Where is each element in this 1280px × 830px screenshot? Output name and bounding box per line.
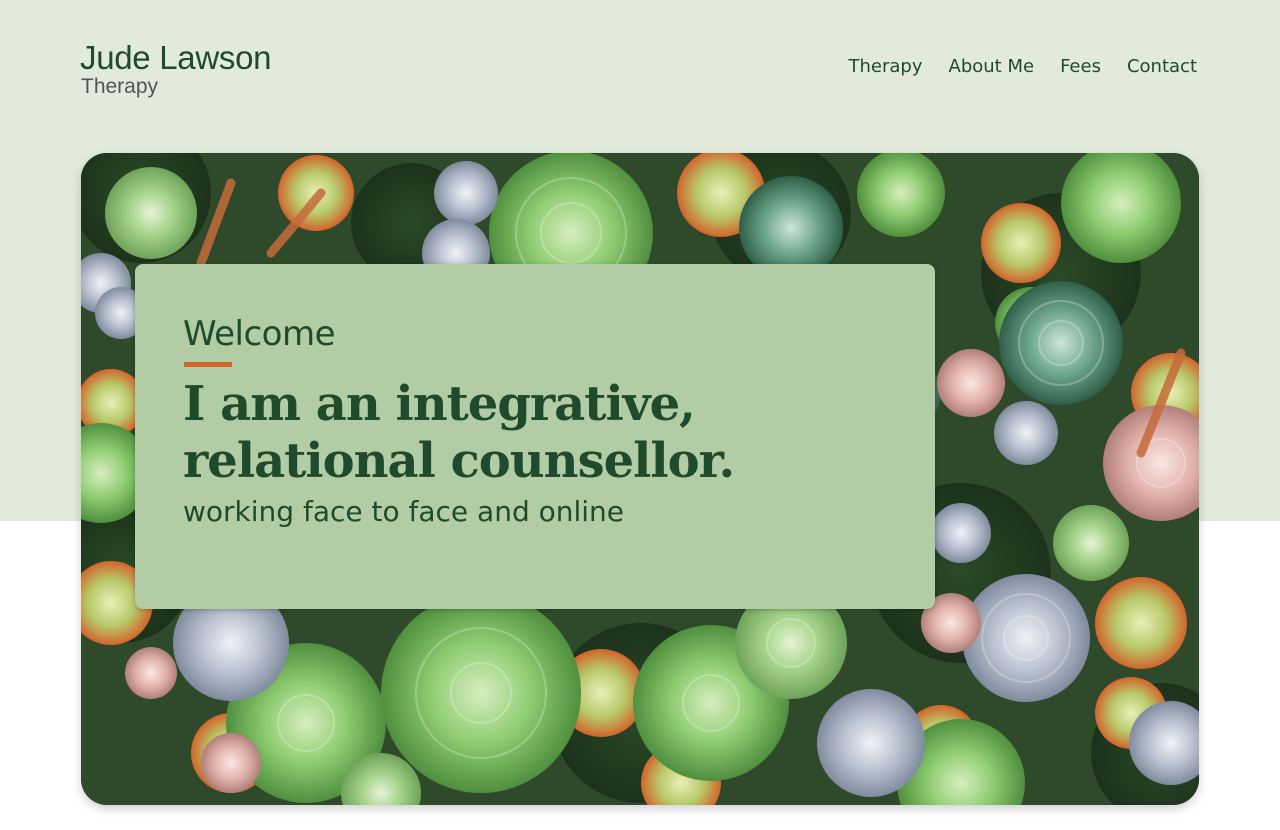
nav-fees[interactable]: Fees <box>1060 55 1101 79</box>
hero-subtitle: working face to face and online <box>183 495 625 528</box>
logo-subtitle: Therapy <box>81 75 159 98</box>
nav-contact[interactable]: Contact <box>1127 55 1197 79</box>
site-logo[interactable]: Jude Lawson Therapy <box>80 40 271 98</box>
welcome-card: Welcome I am an integrative, relational … <box>135 264 935 609</box>
accent-underline <box>184 362 232 367</box>
headline-line-2: relational counsellor. <box>183 433 735 489</box>
main-nav: Therapy About Me Fees Contact <box>849 55 1197 79</box>
nav-therapy[interactable]: Therapy <box>849 55 923 79</box>
hero-headline: I am an integrative, relational counsell… <box>183 376 903 490</box>
headline-line-1: I am an integrative, <box>183 376 696 432</box>
welcome-heading: Welcome <box>183 314 336 354</box>
logo-name: Jude Lawson <box>80 39 272 76</box>
nav-about-me[interactable]: About Me <box>949 55 1035 79</box>
